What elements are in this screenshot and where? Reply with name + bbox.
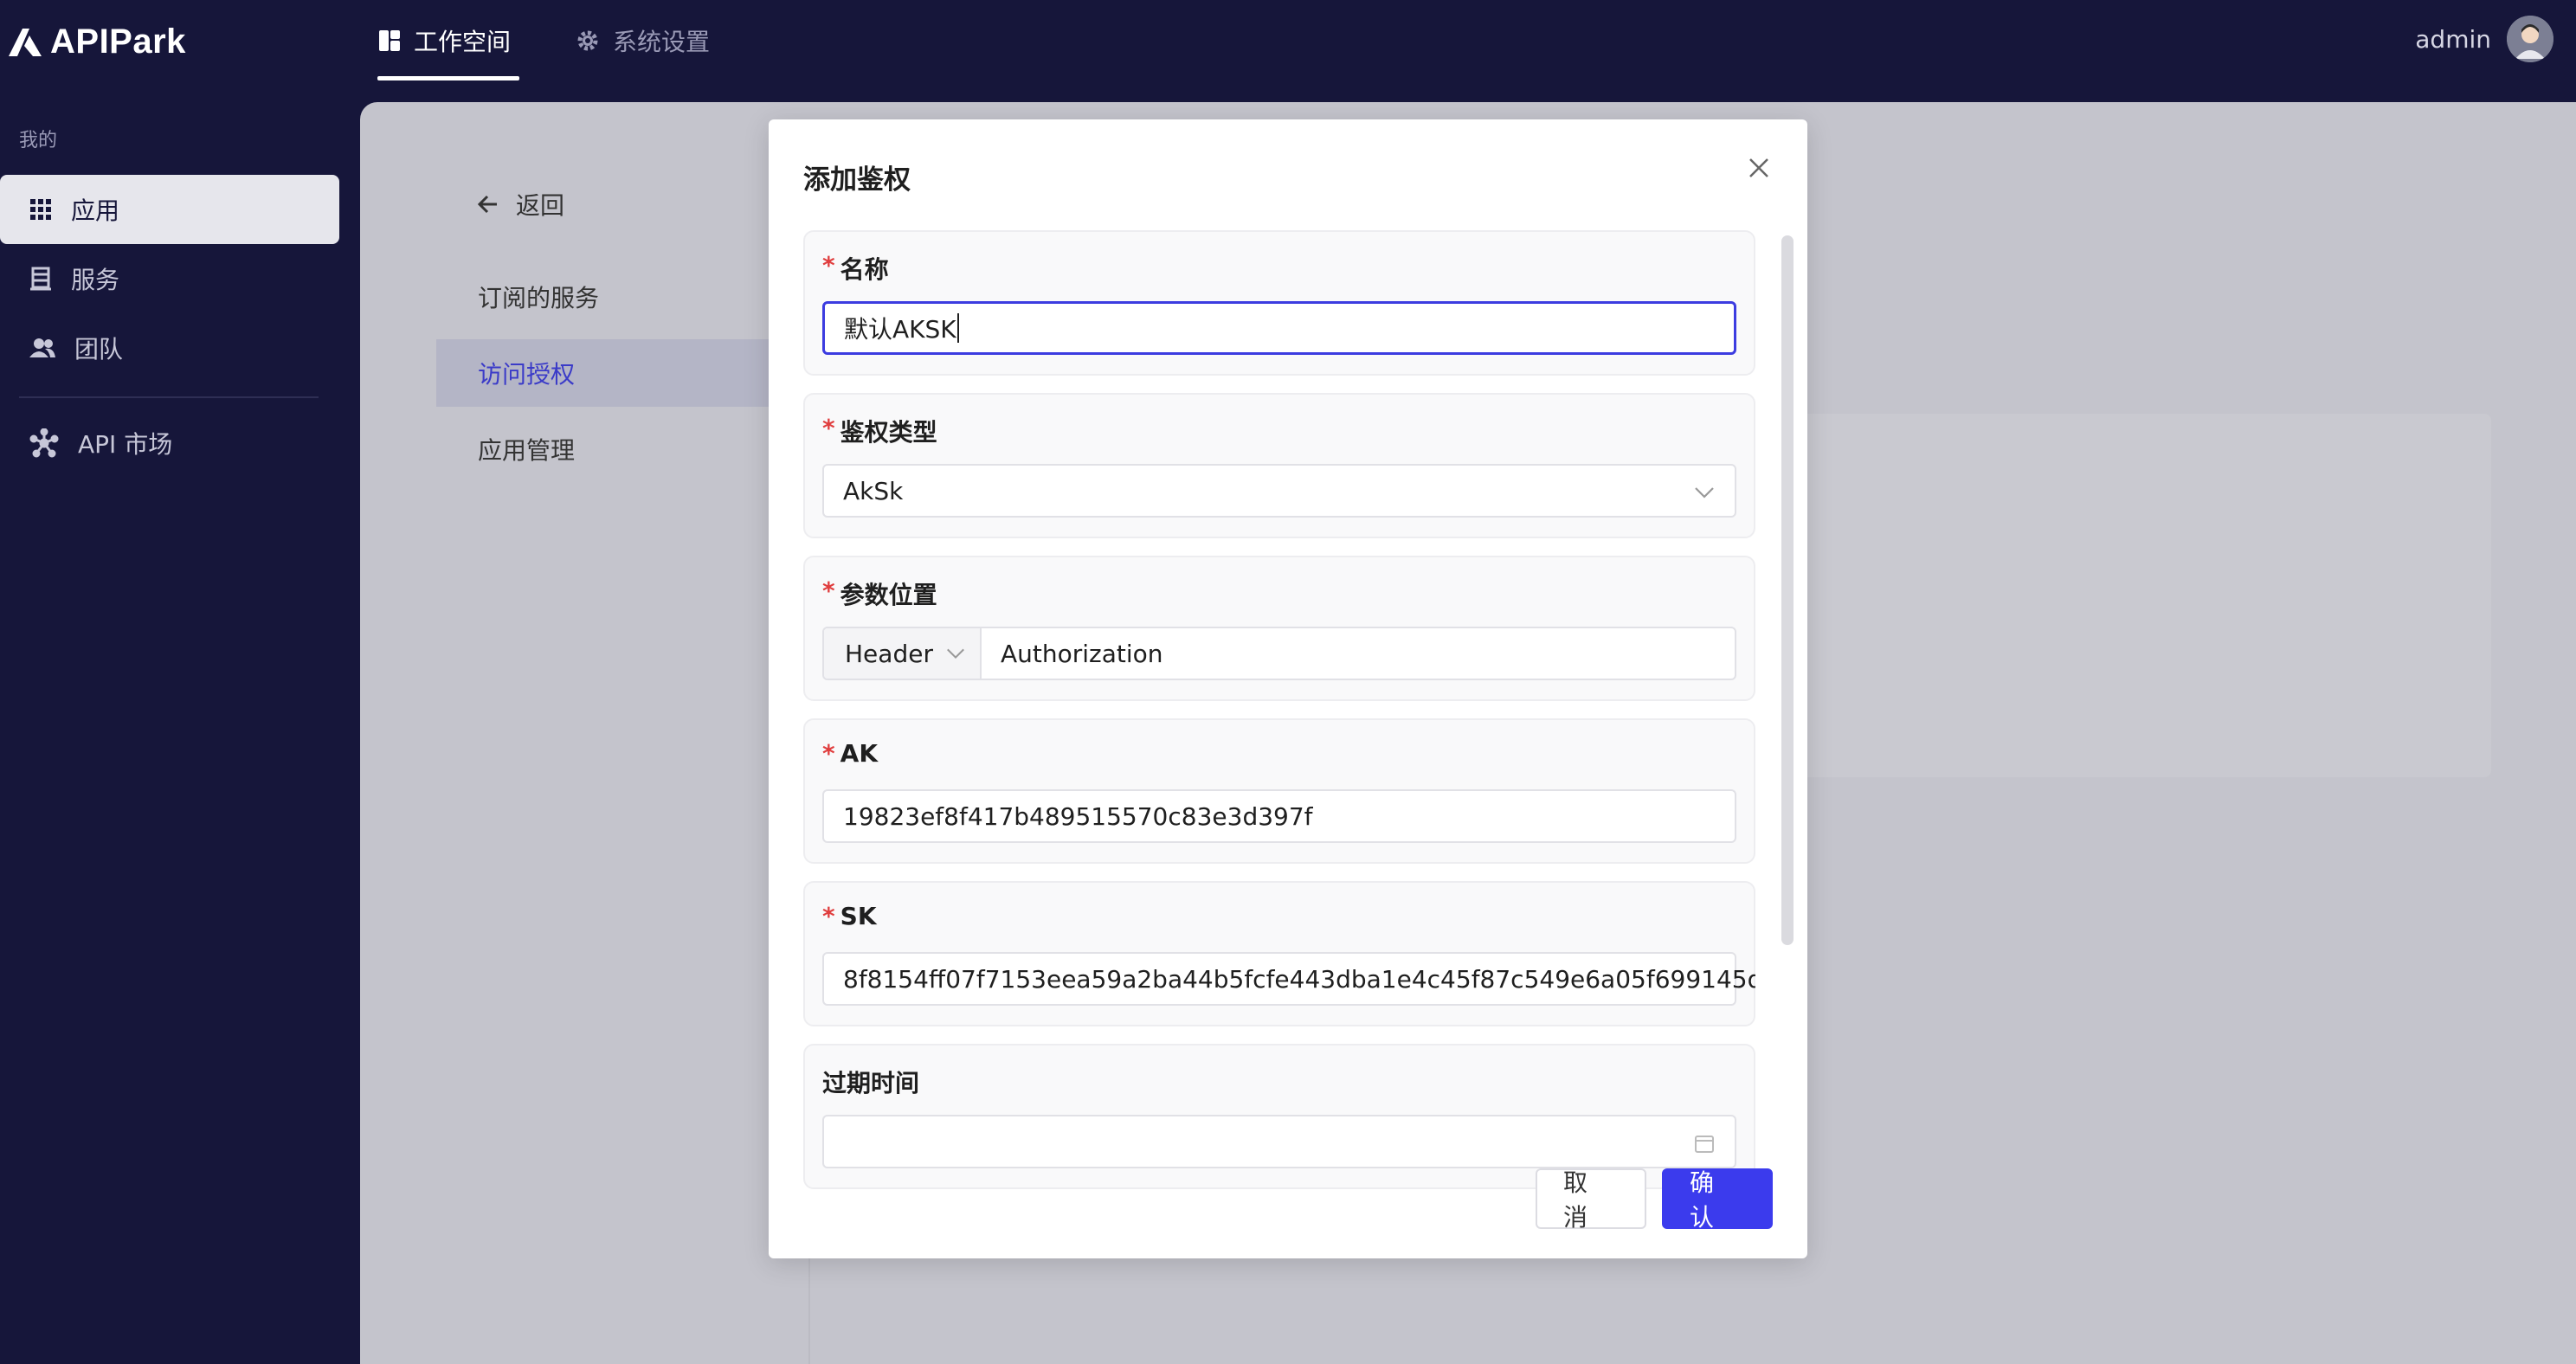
- ak-value: 19823ef8f417b489515570c83e3d397f: [843, 801, 1313, 831]
- field-label: * 参数位置: [822, 576, 937, 611]
- logo-icon: [9, 29, 42, 56]
- field-label-text: 鉴权类型: [840, 418, 937, 447]
- sk-value: 8f8154ff07f7153eea59a2ba44b5fcfe443dba1e…: [843, 964, 1755, 994]
- chevron-down-icon: [1695, 487, 1714, 499]
- field-label-text: AK: [840, 739, 879, 768]
- position-select[interactable]: Header: [824, 628, 982, 679]
- param-name-input[interactable]: Authorization: [982, 628, 1735, 679]
- back-label: 返回: [516, 191, 565, 220]
- user-name: admin: [2415, 24, 2491, 54]
- nav-system-settings-label: 系统设置: [613, 28, 711, 56]
- sidebar-divider: [19, 396, 319, 398]
- field-label: * 名称: [822, 251, 889, 286]
- required-mark: *: [822, 739, 835, 768]
- user-menu[interactable]: admin: [2415, 16, 2553, 62]
- scrollbar-thumb[interactable]: [1781, 235, 1794, 945]
- network-icon: [29, 428, 59, 458]
- avatar[interactable]: [2507, 16, 2553, 62]
- sidebar-item-label: 团队: [74, 335, 124, 364]
- subnav-label: 订阅的服务: [478, 284, 600, 312]
- field-label-text: SK: [840, 902, 877, 930]
- sidebar-item-label: API 市场: [78, 430, 173, 459]
- arrow-left-icon: [477, 195, 497, 214]
- subnav-app-management[interactable]: 应用管理: [436, 415, 772, 483]
- nav-active-indicator: [377, 76, 519, 80]
- dialog-footer: 取 消 确 认: [1536, 1168, 1773, 1232]
- param-name-value: Authorization: [1001, 639, 1163, 668]
- required-mark: *: [822, 576, 835, 605]
- sidebar-item-label: 应用: [71, 196, 120, 225]
- nav-workspace[interactable]: 工作空间: [377, 19, 511, 62]
- field-auth-type: * 鉴权类型 AkSk: [803, 393, 1755, 538]
- name-input[interactable]: 默认AKSK: [822, 301, 1736, 355]
- param-position-group: Header Authorization: [822, 627, 1736, 680]
- grid-icon: [30, 199, 51, 220]
- sidebar-item-services[interactable]: 服务: [0, 244, 339, 313]
- field-label: * AK: [822, 739, 878, 768]
- gear-icon: [577, 30, 598, 51]
- field-label-text: 过期时间: [822, 1069, 920, 1097]
- nav-system-settings[interactable]: 系统设置: [575, 19, 710, 62]
- field-param-position: * 参数位置 Header Authorization: [803, 556, 1755, 701]
- sk-input[interactable]: 8f8154ff07f7153eea59a2ba44b5fcfe443dba1e…: [822, 952, 1755, 1006]
- app-logo[interactable]: APIPark: [5, 16, 186, 68]
- dialog-form: * 名称 默认AKSK * 鉴权类型 AkSk * 参数位置 Header Au…: [803, 230, 1755, 1251]
- name-input-value: 默认AKSK: [844, 315, 956, 344]
- dialog-title: 添加鉴权: [803, 164, 911, 196]
- sidebar-item-api-market[interactable]: API 市场: [0, 409, 339, 478]
- sidebar-item-apps[interactable]: 应用: [0, 175, 339, 244]
- add-auth-dialog: 添加鉴权 * 名称 默认AKSK * 鉴权类型 AkSk * 参数位置 Head…: [769, 119, 1807, 1258]
- dashboard-icon: [379, 30, 400, 51]
- close-icon: [1749, 158, 1768, 177]
- dialog-scrollbar[interactable]: [1781, 230, 1795, 1061]
- cancel-button[interactable]: 取 消: [1536, 1168, 1646, 1232]
- subnav-access-authorization[interactable]: 访问授权: [436, 339, 772, 407]
- chevron-down-icon: [947, 648, 964, 659]
- required-mark: *: [822, 251, 835, 280]
- subnav-label: 应用管理: [478, 436, 576, 465]
- required-mark: *: [822, 414, 835, 442]
- expire-date-picker[interactable]: [822, 1115, 1736, 1168]
- list-icon: [30, 267, 51, 291]
- sidebar-item-team[interactable]: 团队: [0, 313, 339, 383]
- avatar-icon: [2507, 16, 2553, 62]
- text-caret: [956, 313, 959, 343]
- ak-input[interactable]: 19823ef8f417b489515570c83e3d397f: [822, 789, 1736, 843]
- calendar-icon: [1695, 1136, 1714, 1153]
- required-mark: *: [822, 902, 835, 930]
- confirm-button[interactable]: 确 认: [1662, 1168, 1773, 1232]
- sidebar-section-label: 我的: [19, 130, 58, 151]
- field-label: 过期时间: [822, 1065, 919, 1099]
- field-label: * SK: [822, 902, 877, 930]
- auth-type-select[interactable]: AkSk: [822, 464, 1736, 518]
- team-icon: [29, 338, 55, 357]
- subnav-subscribed-services[interactable]: 订阅的服务: [436, 263, 772, 331]
- position-value: Header: [845, 639, 933, 668]
- field-sk: * SK 8f8154ff07f7153eea59a2ba44b5fcfe443…: [803, 881, 1755, 1026]
- field-label: * 鉴权类型: [822, 414, 937, 448]
- nav-workspace-label: 工作空间: [414, 28, 512, 56]
- subnav-label: 访问授权: [478, 360, 576, 389]
- auth-type-value: AkSk: [843, 476, 904, 505]
- field-ak: * AK 19823ef8f417b489515570c83e3d397f: [803, 718, 1755, 864]
- top-navbar: APIPark 工作空间 系统设置 admin: [0, 0, 2576, 102]
- field-name: * 名称 默认AKSK: [803, 230, 1755, 376]
- sidebar-item-label: 服务: [71, 266, 120, 294]
- field-label-text: 名称: [840, 255, 889, 284]
- close-button[interactable]: [1742, 151, 1776, 185]
- logo-text: APIPark: [50, 22, 186, 61]
- field-label-text: 参数位置: [840, 581, 937, 609]
- back-link[interactable]: 返回: [476, 187, 564, 222]
